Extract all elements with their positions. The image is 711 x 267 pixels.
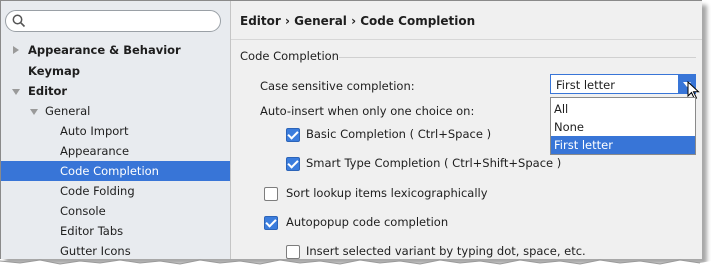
insert-selected-variant-label: Insert selected variant by typing dot, s…: [306, 244, 586, 258]
search-input[interactable]: [30, 12, 214, 30]
collapse-arrow-icon[interactable]: [30, 109, 38, 115]
sidebar-item-label: Editor: [28, 84, 68, 98]
sidebar-item-label: Appearance & Behavior: [28, 43, 181, 57]
search-icon: [12, 14, 26, 28]
sidebar-item-appearance-behavior[interactable]: Appearance & Behavior: [1, 40, 230, 60]
smart-type-completion-checkbox[interactable]: [286, 157, 300, 171]
sort-lexicographically-checkbox[interactable]: [264, 187, 278, 201]
sidebar-item-keymap[interactable]: Keymap: [1, 61, 230, 81]
case-sensitive-combo[interactable]: First letter: [550, 74, 696, 94]
basic-completion-label: Basic Completion ( Ctrl+Space ): [306, 127, 492, 141]
sidebar-item-editor[interactable]: Editor: [1, 81, 230, 101]
sidebar-item-editor-tabs[interactable]: Editor Tabs: [1, 221, 230, 241]
breadcrumb: Editor › General › Code Completion: [240, 14, 476, 28]
section-divider: [339, 57, 696, 58]
settings-panel: Editor › General › Code Completion Code …: [231, 1, 702, 259]
sort-lexicographically-label: Sort lookup items lexicographically: [286, 186, 488, 200]
search-field[interactable]: [5, 10, 221, 32]
sidebar-item-label: Editor Tabs: [60, 224, 124, 238]
autopopup-completion-checkbox[interactable]: [264, 216, 278, 230]
sidebar-item-label: Keymap: [28, 64, 80, 78]
sidebar-item-code-completion[interactable]: Code Completion: [1, 161, 230, 181]
sidebar-item-label: Auto Import: [60, 124, 129, 138]
dropdown-option-none[interactable]: None: [551, 118, 695, 136]
collapse-arrow-icon[interactable]: [12, 89, 20, 95]
divider: [231, 39, 702, 40]
section-title: Code Completion: [240, 49, 339, 63]
sidebar-item-console[interactable]: Console: [1, 201, 230, 221]
sidebar-item-code-folding[interactable]: Code Folding: [1, 181, 230, 201]
sidebar-item-auto-import[interactable]: Auto Import: [1, 121, 230, 141]
combo-value: First letter: [556, 78, 615, 92]
case-sensitive-label: Case sensitive completion:: [260, 79, 415, 93]
sidebar-item-label: Code Folding: [60, 184, 135, 198]
sidebar-item-label: Console: [60, 204, 106, 218]
settings-sidebar: Appearance & Behavior Keymap Editor Gene…: [1, 1, 231, 259]
case-sensitive-dropdown-list: All None First letter: [550, 97, 696, 155]
settings-window: Appearance & Behavior Keymap Editor Gene…: [0, 0, 702, 259]
basic-completion-checkbox[interactable]: [286, 128, 300, 142]
sidebar-item-appearance[interactable]: Appearance: [1, 141, 230, 161]
sidebar-item-label: Code Completion: [60, 164, 159, 178]
dropdown-option-first-letter[interactable]: First letter: [551, 136, 695, 154]
sidebar-item-label: Appearance: [60, 144, 130, 158]
smart-type-completion-label: Smart Type Completion ( Ctrl+Shift+Space…: [306, 156, 562, 170]
sidebar-item-general[interactable]: General: [1, 101, 230, 121]
sidebar-item-label: General: [45, 104, 91, 118]
autopopup-completion-label: Autopopup code completion: [286, 215, 449, 229]
expand-arrow-icon[interactable]: [13, 46, 19, 54]
dropdown-option-all[interactable]: All: [551, 100, 695, 118]
auto-insert-label: Auto-insert when only one choice on:: [260, 104, 475, 118]
